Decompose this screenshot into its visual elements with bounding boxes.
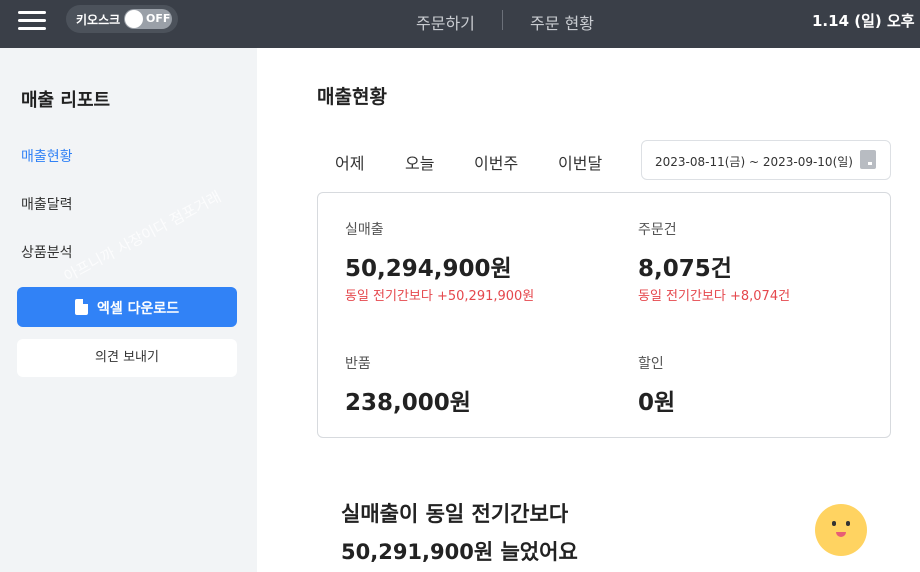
menu-icon[interactable] <box>18 11 46 31</box>
tab-yesterday[interactable]: 어제 <box>335 150 364 174</box>
nav-divider <box>502 10 503 30</box>
mascot-mouth <box>836 532 846 537</box>
mascot-icon[interactable] <box>815 504 867 556</box>
net-sales-label: 실매출 <box>345 222 384 238</box>
kiosk-toggle[interactable]: 키오스크 OFF <box>66 5 178 33</box>
discount-value: 0원 <box>638 390 676 416</box>
sidebar-title: 매출 리포트 <box>21 90 111 111</box>
orders-delta: 동일 전기간보다 +8,074건 <box>638 289 791 304</box>
page-title: 매출현황 <box>317 86 387 108</box>
sidebar: 매출 리포트 매출현황 매출달력 상품분석 엑셀 다운로드 의견 보내기 아프니… <box>0 48 257 572</box>
returns-value: 238,000원 <box>345 390 471 416</box>
sidebar-item-sales-status[interactable]: 매출현황 <box>21 146 73 166</box>
mascot-eye-right <box>846 521 850 526</box>
top-bar: 키오스크 OFF 주문하기 주문 현황 1.14 (일) 오후 6:28 <box>0 0 920 48</box>
net-sales-delta: 동일 전기간보다 +50,291,900원 <box>345 289 535 304</box>
calendar-icon <box>860 150 876 169</box>
kiosk-state: OFF <box>146 12 171 25</box>
document-icon <box>75 299 88 315</box>
excel-download-button[interactable]: 엑셀 다운로드 <box>17 287 237 327</box>
nav-order[interactable]: 주문하기 <box>416 10 475 34</box>
sidebar-item-sales-calendar[interactable]: 매출달력 <box>21 194 73 214</box>
discount-label: 할인 <box>638 356 664 372</box>
returns-label: 반품 <box>345 356 371 372</box>
watermark: 아프니까 사장이다 점포거래 <box>60 187 225 286</box>
date-range-picker[interactable]: 2023-08-11(금) ~ 2023-09-10(일) <box>641 140 891 180</box>
toggle-knob <box>125 10 143 28</box>
kiosk-label: 키오스크 <box>76 13 121 27</box>
sidebar-item-product-analysis[interactable]: 상품분석 <box>21 242 73 262</box>
headline-line2: 50,291,900원 늘었어요 <box>341 540 578 564</box>
nav-order-status[interactable]: 주문 현황 <box>530 10 594 34</box>
excel-download-label: 엑셀 다운로드 <box>97 301 180 317</box>
headline-line1: 실매출이 동일 전기간보다 <box>341 502 569 526</box>
tab-this-month[interactable]: 이번달 <box>558 150 602 174</box>
sales-summary-card: 실매출 50,294,900원 동일 전기간보다 +50,291,900원 주문… <box>317 192 891 438</box>
clock: 1.14 (일) 오후 6:28 <box>812 12 920 30</box>
tab-this-week[interactable]: 이번주 <box>474 150 518 174</box>
mascot-eye-left <box>832 521 836 526</box>
send-feedback-button[interactable]: 의견 보내기 <box>17 339 237 377</box>
net-sales-value: 50,294,900원 <box>345 256 512 282</box>
tab-today[interactable]: 오늘 <box>405 150 434 174</box>
date-range-text: 2023-08-11(금) ~ 2023-09-10(일) <box>655 155 853 169</box>
orders-label: 주문건 <box>638 222 677 238</box>
orders-value: 8,075건 <box>638 256 732 282</box>
kiosk-switch[interactable]: OFF <box>124 9 172 29</box>
